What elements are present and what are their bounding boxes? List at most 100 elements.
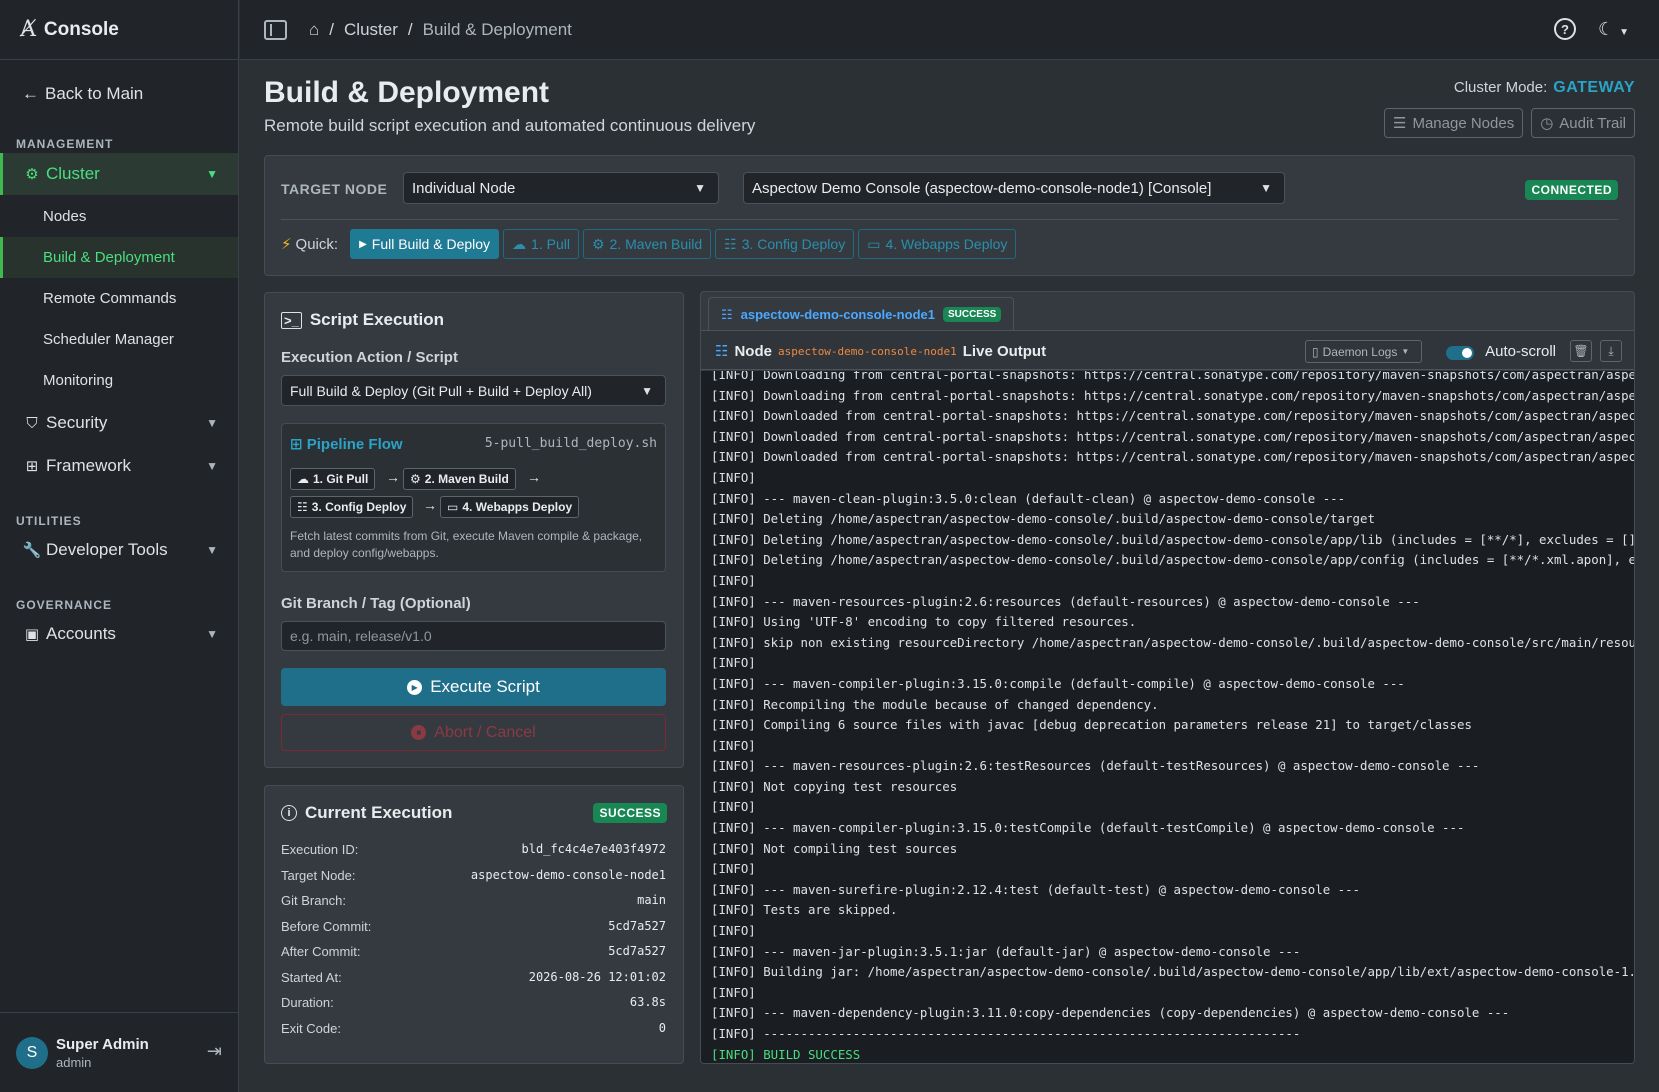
sidebar: Ⱥ Console ← Back to Main MANAGEMENT ⚙ Cl… — [0, 0, 239, 1092]
quick-config-deploy-button[interactable]: ☷ 3. Config Deploy — [715, 229, 855, 259]
breadcrumb-cluster[interactable]: Cluster — [344, 20, 398, 40]
kv-value: 0 — [658, 1020, 666, 1035]
kv-key: Exit Code: — [281, 1020, 341, 1036]
log-line: [INFO] — [711, 572, 756, 588]
auto-scroll-toggle[interactable] — [1446, 346, 1474, 360]
pipeline-flow: ⊞ Pipeline Flow 5-pull_build_deploy.sh ☁… — [281, 423, 666, 572]
quick-actions: ⚡ Quick: ▶ Full Build & Deploy ☁ 1. Pull… — [281, 229, 1017, 259]
card-title-label: Script Execution — [309, 310, 444, 329]
sidebar-subitem-scheduler-manager[interactable]: Scheduler Manager — [0, 319, 238, 360]
log-line: [INFO] ---------------------------------… — [711, 1026, 1301, 1041]
target-node-label: TARGET NODE — [281, 181, 388, 197]
chevron-down-icon: ▼ — [641, 383, 653, 398]
sidebar-item-cluster[interactable]: ⚙ Cluster ▼ — [0, 153, 238, 195]
log-line: [INFO] Downloading from central-portal-s… — [711, 387, 1634, 403]
log-line: [INFO] Deleting /home/aspectran/aspectow… — [711, 531, 1634, 547]
sidebar-item-accounts[interactable]: ▣ Accounts ▼ — [0, 613, 238, 655]
cpu-icon: ⚙ — [25, 166, 39, 183]
quick-maven-build-button[interactable]: ⚙ 2. Maven Build — [582, 229, 712, 259]
kv-key: Git Branch: — [281, 893, 347, 908]
node-tab[interactable]: ☷ aspectow-demo-console-node1 SUCCESS — [708, 297, 1015, 331]
sliders-icon: ☷ — [715, 343, 729, 360]
quick-pull-button[interactable]: ☁ 1. Pull — [503, 229, 579, 259]
sidebar-item-framework[interactable]: ⊞ Framework ▼ — [0, 445, 238, 487]
log-source-select[interactable]: ▯ Daemon Logs ▼ — [1305, 340, 1422, 363]
kv-value: bld_fc4c4e7e403f4972 — [521, 842, 667, 856]
sidebar-item-developer-tools[interactable]: 🔧 Developer Tools ▼ — [0, 529, 238, 571]
sitemap-icon: ⊞ — [25, 458, 39, 475]
log-line: [INFO] Building jar: /home/aspectran/asp… — [711, 964, 1634, 980]
sidebar-item-label: Cluster — [46, 164, 100, 183]
log-line: [INFO] Recompiling the module because of… — [711, 696, 1159, 712]
audit-trail-label: Audit Trail — [1559, 114, 1626, 132]
user-name: Super Admin — [56, 1035, 149, 1053]
git-branch-input[interactable]: e.g. main, release/v1.0 — [281, 621, 666, 651]
breadcrumb-current: Build & Deployment — [422, 19, 572, 39]
sidebar-subitem-monitoring[interactable]: Monitoring — [0, 360, 238, 401]
user-profile[interactable]: S Super Admin admin ⇥ — [0, 1012, 238, 1092]
sliders-icon: ☷ — [297, 500, 308, 514]
execution-action-value: Full Build & Deploy (Git Pull + Build + … — [290, 382, 592, 399]
pipeline-title: ⊞ Pipeline Flow — [290, 435, 403, 453]
connection-status-badge: CONNECTED — [1525, 180, 1618, 200]
git-branch-label: Git Branch / Tag (Optional) — [281, 595, 471, 612]
brand-name: Console — [43, 18, 119, 40]
cluster-mode: Cluster Mode: GATEWAY — [1454, 79, 1635, 97]
gear-icon: ⚙ — [591, 235, 605, 252]
log-line: [INFO] — [711, 655, 756, 671]
manage-nodes-button[interactable]: ☰ Manage Nodes — [1384, 108, 1524, 138]
arrow-right-icon: → — [386, 469, 400, 485]
sidebar-item-label: Accounts — [46, 624, 116, 643]
log-line: [INFO] --- maven-compiler-plugin:3.15.0:… — [711, 820, 1465, 836]
breadcrumb: ⌂ / Cluster / Build & Deployment — [309, 20, 572, 40]
log-line: [INFO] Downloaded from central-portal-sn… — [711, 408, 1634, 424]
brand[interactable]: Ⱥ Console — [0, 0, 238, 60]
download-icon[interactable]: ⤓ — [1600, 340, 1622, 362]
output-header: ☷ Node aspectow-demo-console-node1 Live … — [701, 330, 1634, 370]
audit-trail-button[interactable]: ◷ Audit Trail — [1531, 108, 1635, 138]
execute-script-button[interactable]: ▶ Execute Script — [281, 668, 666, 706]
card-title-label: Current Execution — [305, 803, 453, 822]
kv-row: After Commit: 5cd7a527 — [281, 944, 666, 959]
theme-toggle-icon[interactable]: ☾ ▼ — [1598, 19, 1629, 40]
log-line: [INFO] --- maven-surefire-plugin:2.12.4:… — [711, 881, 1361, 897]
pipeline-description: Fetch latest commits from Git, execute M… — [290, 529, 643, 560]
sidebar-subitem-remote-commands[interactable]: Remote Commands — [0, 278, 238, 319]
target-mode-select[interactable]: Individual Node ▼ — [403, 172, 719, 204]
log-source-value: Daemon Logs — [1322, 344, 1398, 359]
clock-icon: ◷ — [1540, 115, 1554, 132]
gear-icon: ⚙ — [410, 472, 421, 486]
log-output[interactable]: [INFO] Downloading from central-portal-s… — [701, 371, 1634, 1063]
log-line: [INFO] — [711, 984, 756, 1000]
quick-button-label: 3. Config Deploy — [741, 236, 846, 252]
trash-icon[interactable]: 🗑 — [1570, 340, 1592, 362]
chevron-down-icon: ▼ — [1260, 181, 1272, 195]
target-node-select[interactable]: Aspectow Demo Console (aspectow-demo-con… — [743, 172, 1285, 204]
output-title-prefix: Node — [734, 342, 772, 360]
abort-button[interactable]: ■ Abort / Cancel — [281, 714, 666, 751]
kv-key: Duration: — [281, 995, 334, 1010]
help-icon[interactable]: ? — [1553, 18, 1576, 40]
quick-webapps-deploy-button[interactable]: ▭ 4. Webapps Deploy — [858, 229, 1017, 259]
sidebar-item-label: Developer Tools — [46, 540, 168, 559]
back-to-main-link[interactable]: ← Back to Main — [22, 84, 143, 104]
kv-key: Target Node: — [281, 867, 356, 883]
home-icon[interactable]: ⌂ — [309, 20, 319, 40]
sidebar-subitem-build-deployment[interactable]: Build & Deployment — [0, 237, 238, 278]
logout-icon[interactable]: ⇥ — [207, 1041, 222, 1062]
script-execution-card: >_ Script Execution Execution Action / S… — [264, 292, 684, 768]
execution-status-badge: SUCCESS — [593, 803, 667, 823]
log-line: [INFO] skip non existing resourceDirecto… — [711, 634, 1634, 650]
sidebar-toggle-icon[interactable] — [264, 19, 287, 40]
pipeline-step-label: 3. Config Deploy — [311, 500, 407, 514]
execution-action-select[interactable]: Full Build & Deploy (Git Pull + Build + … — [281, 375, 666, 406]
topbar: ⌂ / Cluster / Build & Deployment ? ☾ ▼ — [240, 0, 1659, 60]
log-line: [INFO] --- maven-jar-plugin:3.5.1:jar (d… — [711, 943, 1301, 959]
output-title-node: aspectow-demo-console-node1 — [777, 344, 957, 358]
sidebar-subitem-nodes[interactable]: Nodes — [0, 196, 238, 237]
log-line: [INFO] Downloaded from central-portal-sn… — [711, 428, 1634, 444]
log-line: [INFO] --- maven-clean-plugin:3.5.0:clea… — [711, 490, 1346, 506]
sliders-icon: ☰ — [1393, 115, 1407, 132]
quick-full-build-deploy-button[interactable]: ▶ Full Build & Deploy — [350, 229, 500, 259]
sidebar-item-security[interactable]: ⛉ Security ▼ — [0, 402, 238, 444]
